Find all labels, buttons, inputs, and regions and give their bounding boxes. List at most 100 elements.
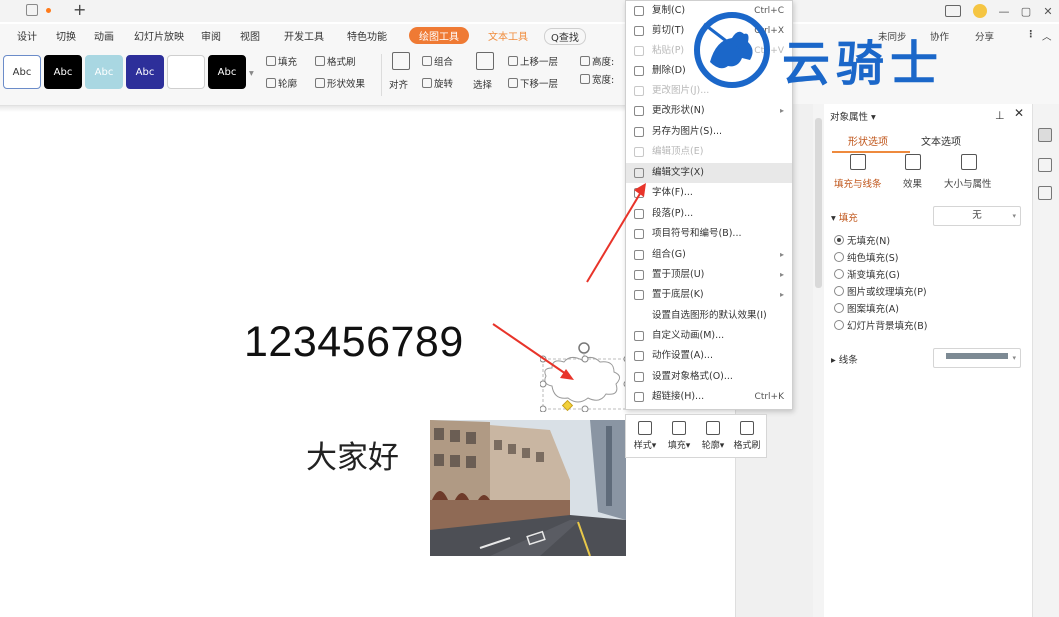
context-menu-item[interactable]: 编辑文字(X) bbox=[626, 163, 792, 183]
context-menu-item[interactable]: 组合(G) ▸ bbox=[626, 245, 792, 265]
style-swatch-5[interactable] bbox=[167, 55, 205, 89]
pin-icon[interactable]: ⊥ bbox=[995, 109, 1005, 122]
shape-effects-button[interactable]: 形状效果 bbox=[315, 76, 365, 90]
radio-no-fill[interactable]: 无填充(N) bbox=[834, 233, 890, 247]
properties-side-icon[interactable] bbox=[1038, 128, 1052, 142]
outline-button[interactable]: 轮廓 bbox=[266, 76, 297, 90]
bring-forward-button[interactable]: 上移一层 bbox=[508, 54, 558, 68]
context-menu-item[interactable]: 项目符号和编号(B)... bbox=[626, 224, 792, 244]
menu-item-icon bbox=[634, 290, 644, 300]
restore-button[interactable]: ▢ bbox=[1015, 5, 1037, 18]
format-painter-button[interactable]: 格式刷 bbox=[315, 54, 356, 68]
select-button[interactable]: 选择 bbox=[473, 77, 492, 91]
swatch-gallery-expand-icon[interactable]: ▾ bbox=[249, 68, 254, 79]
tab-developer[interactable]: 开发工具 bbox=[284, 28, 324, 43]
style-swatch-1[interactable]: Abc bbox=[3, 55, 41, 89]
document-icon[interactable] bbox=[26, 4, 38, 16]
group-button[interactable]: 组合 bbox=[422, 54, 453, 68]
context-menu-item[interactable]: 自定义动画(M)... bbox=[626, 326, 792, 346]
style-swatch-2[interactable]: Abc bbox=[44, 55, 82, 89]
search-box[interactable]: Q查找 bbox=[544, 28, 586, 45]
street-photo[interactable] bbox=[430, 420, 626, 556]
context-menu-item[interactable]: 设置对象格式(O)... bbox=[626, 367, 792, 387]
context-menu-item[interactable]: 超链接(H)... Ctrl+K bbox=[626, 387, 792, 407]
sub-tab-effects[interactable]: 效果 bbox=[903, 176, 922, 190]
brush-icon bbox=[315, 56, 325, 66]
panel-title-label: 对象属性 bbox=[830, 112, 869, 123]
select-icon[interactable] bbox=[476, 52, 494, 70]
style-swatch-4[interactable]: Abc bbox=[126, 55, 164, 89]
mini-style-button[interactable]: 样式▾ bbox=[628, 419, 662, 455]
mini-outline-button[interactable]: 轮廓▾ bbox=[696, 419, 730, 455]
context-menu-item[interactable]: 设置自选图形的默认效果(I) bbox=[626, 306, 792, 326]
sub-tab-size-properties[interactable]: 大小与属性 bbox=[944, 176, 992, 190]
tab-view[interactable]: 视图 bbox=[240, 28, 260, 43]
width-field[interactable]: 宽度: bbox=[580, 72, 614, 86]
minimize-button[interactable]: — bbox=[993, 5, 1015, 18]
new-tab-button[interactable]: + bbox=[73, 0, 86, 20]
radio-picture-fill[interactable]: 图片或纹理填充(P) bbox=[834, 284, 927, 298]
context-menu-item[interactable]: 置于底层(K) ▸ bbox=[626, 285, 792, 305]
collapse-ribbon-icon[interactable]: ︿ bbox=[1042, 29, 1052, 43]
cloud-shape[interactable] bbox=[540, 340, 630, 412]
context-menu-item[interactable]: 更改形状(N) ▸ bbox=[626, 101, 792, 121]
context-menu-item[interactable]: 置于顶层(U) ▸ bbox=[626, 265, 792, 285]
menu-item-label: 超链接(H)... bbox=[652, 391, 705, 402]
line-section-header[interactable]: ▸ 线条 bbox=[831, 352, 858, 366]
tab-features[interactable]: 特色功能 bbox=[347, 28, 387, 43]
panel-title[interactable]: 对象属性 ▾ bbox=[830, 109, 876, 123]
context-menu-item[interactable]: 字体(F)... bbox=[626, 183, 792, 203]
tab-drawing-tools[interactable]: 绘图工具 bbox=[409, 27, 469, 44]
fill-section-header[interactable]: ▾ 填充 bbox=[831, 210, 858, 224]
style-swatch-6[interactable]: Abc bbox=[208, 55, 246, 89]
collab-button[interactable]: 协作 bbox=[930, 29, 949, 43]
height-field[interactable]: 高度: bbox=[580, 54, 614, 68]
share-button[interactable]: 分享 bbox=[975, 29, 994, 43]
rotate-button[interactable]: 旋转 bbox=[422, 76, 453, 90]
align-icon[interactable] bbox=[392, 52, 410, 70]
backup-side-icon[interactable] bbox=[1038, 186, 1052, 200]
sync-status[interactable]: 未同步 bbox=[878, 29, 907, 43]
effects-icon[interactable] bbox=[905, 154, 921, 170]
number-text-box[interactable]: 123456789 bbox=[244, 318, 464, 367]
animation-side-icon[interactable] bbox=[1038, 158, 1052, 172]
panel-scroll-thumb[interactable] bbox=[815, 118, 822, 288]
layout-icon[interactable] bbox=[945, 5, 961, 17]
close-window-button[interactable]: ✕ bbox=[1037, 5, 1059, 18]
context-menu-item[interactable]: 另存为图片(S)... bbox=[626, 122, 792, 142]
context-menu-item[interactable]: 剪切(T) Ctrl+X bbox=[626, 21, 792, 41]
more-menu-icon[interactable]: ⋮ bbox=[1026, 29, 1036, 40]
size-properties-icon[interactable] bbox=[961, 154, 977, 170]
menu-item-label: 组合(G) bbox=[652, 249, 686, 260]
fill-line-icon[interactable] bbox=[850, 154, 866, 170]
style-swatch-3[interactable]: Abc bbox=[85, 55, 123, 89]
radio-pattern-fill[interactable]: 图案填充(A) bbox=[834, 301, 899, 315]
tab-text-options[interactable]: 文本选项 bbox=[921, 133, 961, 148]
context-menu-item[interactable]: 段落(P)... bbox=[626, 204, 792, 224]
close-panel-icon[interactable]: ✕ bbox=[1014, 106, 1024, 120]
tab-shape-options[interactable]: 形状选项 bbox=[848, 133, 888, 148]
line-color-select[interactable]: ▾ bbox=[933, 348, 1021, 368]
user-badge-icon[interactable] bbox=[973, 4, 987, 18]
align-button[interactable]: 对齐 bbox=[389, 77, 408, 91]
radio-gradient-fill[interactable]: 渐变填充(G) bbox=[834, 267, 900, 281]
tab-design[interactable]: 设计 bbox=[17, 28, 37, 43]
sub-tab-fill-line[interactable]: 填充与线条 bbox=[834, 176, 882, 190]
rotate-handle-icon[interactable] bbox=[578, 342, 590, 354]
mini-painter-button[interactable]: 格式刷 bbox=[730, 419, 764, 455]
tab-slideshow[interactable]: 幻灯片放映 bbox=[134, 28, 184, 43]
fill-type-select[interactable]: 无 ▾ bbox=[933, 206, 1021, 226]
context-menu-item[interactable]: 删除(D) bbox=[626, 61, 792, 81]
tab-transition[interactable]: 切换 bbox=[56, 28, 76, 43]
fill-button[interactable]: 填充 bbox=[266, 54, 297, 68]
radio-solid-fill[interactable]: 纯色填充(S) bbox=[834, 250, 898, 264]
tab-text-tools[interactable]: 文本工具 bbox=[480, 27, 536, 44]
radio-slide-background-fill[interactable]: 幻灯片背景填充(B) bbox=[834, 318, 927, 332]
tab-review[interactable]: 审阅 bbox=[201, 28, 221, 43]
greeting-text-box[interactable]: 大家好 bbox=[306, 432, 399, 477]
mini-fill-button[interactable]: 填充▾ bbox=[662, 419, 696, 455]
context-menu-item[interactable]: 复制(C) Ctrl+C bbox=[626, 1, 792, 21]
send-backward-button[interactable]: 下移一层 bbox=[508, 76, 558, 90]
context-menu-item[interactable]: 动作设置(A)... bbox=[626, 346, 792, 366]
tab-animation[interactable]: 动画 bbox=[94, 28, 114, 43]
